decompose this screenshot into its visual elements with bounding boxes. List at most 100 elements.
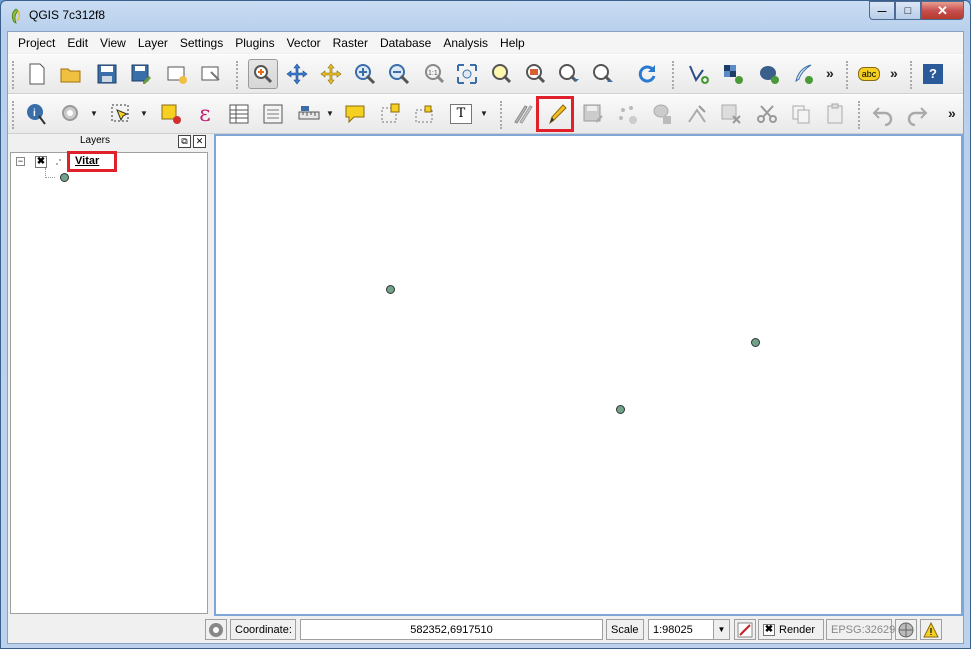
paste-features-icon[interactable]: [820, 99, 850, 129]
toolbar-grip[interactable]: [236, 61, 240, 89]
copy-features-icon[interactable]: [786, 99, 816, 129]
render-checkbox[interactable]: ✖: [763, 623, 775, 636]
float-panel-icon[interactable]: ⧉: [178, 135, 191, 148]
toolbar-overflow-icon[interactable]: »: [948, 105, 956, 121]
node-tool-icon[interactable]: [682, 99, 712, 129]
menu-view[interactable]: View: [94, 36, 132, 50]
map-point-feature[interactable]: [616, 405, 625, 414]
new-project-icon[interactable]: [22, 59, 52, 89]
label-tool-icon[interactable]: abc: [854, 59, 884, 89]
crs-projection-icon[interactable]: [895, 619, 917, 640]
toolbar-grip[interactable]: [858, 101, 862, 129]
scale-dropdown-icon[interactable]: ▼: [713, 620, 729, 639]
globe-icon: [898, 622, 914, 637]
map-point-feature[interactable]: [386, 285, 395, 294]
toolbar-overflow-icon[interactable]: »: [890, 65, 898, 81]
toolbar-grip[interactable]: [500, 101, 504, 129]
move-feature-icon[interactable]: [648, 99, 678, 129]
zoom-in-icon[interactable]: [316, 59, 346, 89]
toolbar-grip[interactable]: [12, 101, 16, 129]
scale-value: 1:98025: [653, 623, 693, 636]
identify-features-icon[interactable]: i: [22, 99, 52, 129]
render-toggle[interactable]: ✖ Render: [758, 619, 824, 640]
zoom-last-icon[interactable]: [520, 59, 550, 89]
zoom-to-layer-icon[interactable]: [486, 59, 516, 89]
undo-icon[interactable]: [868, 99, 898, 129]
save-as-icon[interactable]: [126, 59, 156, 89]
toolbar-grip[interactable]: [672, 61, 676, 89]
dropdown-arrow-icon[interactable]: ▼: [90, 109, 98, 118]
save-project-icon[interactable]: [92, 59, 122, 89]
pan-map-icon[interactable]: [248, 59, 278, 89]
map-tips-icon[interactable]: [340, 99, 370, 129]
minimize-icon: —: [877, 5, 887, 16]
toolbar-overflow-icon[interactable]: »: [826, 65, 834, 81]
select-features-icon[interactable]: [106, 99, 136, 129]
open-project-icon[interactable]: [56, 59, 86, 89]
zoom-full-icon[interactable]: 1:1: [418, 59, 448, 89]
title-bar[interactable]: QGIS 7c312f8 — □ ✕: [1, 1, 970, 31]
menu-vector[interactable]: Vector: [281, 36, 327, 50]
warning-icon[interactable]: [920, 619, 942, 640]
menu-settings[interactable]: Settings: [174, 36, 229, 50]
cut-features-icon[interactable]: [752, 99, 782, 129]
dropdown-arrow-icon[interactable]: ▼: [140, 109, 148, 118]
pan-to-selection-icon[interactable]: [282, 59, 312, 89]
dropdown-arrow-icon[interactable]: ▼: [480, 109, 488, 118]
new-print-composer-icon[interactable]: [162, 59, 192, 89]
coordinate-field[interactable]: 582352,6917510: [300, 619, 603, 640]
help-icon[interactable]: ?: [918, 59, 948, 89]
current-edits-icon[interactable]: [508, 99, 538, 129]
collapse-icon[interactable]: −: [16, 157, 25, 166]
close-button[interactable]: ✕: [921, 1, 964, 20]
measure-icon[interactable]: [294, 99, 324, 129]
refresh-icon[interactable]: [632, 59, 662, 89]
map-point-feature[interactable]: [751, 338, 760, 347]
redo-icon[interactable]: [902, 99, 932, 129]
messages-toggle-icon[interactable]: [205, 619, 227, 640]
maximize-button[interactable]: □: [895, 1, 921, 20]
zoom-to-selection-icon[interactable]: [452, 59, 482, 89]
new-bookmark-icon[interactable]: [376, 99, 406, 129]
zoom-next-icon-2[interactable]: [588, 59, 618, 89]
composer-manager-icon[interactable]: [196, 59, 226, 89]
stop-render-icon[interactable]: [734, 619, 756, 640]
minimize-button[interactable]: —: [869, 1, 895, 20]
menu-help[interactable]: Help: [494, 36, 531, 50]
dropdown-arrow-icon[interactable]: ▼: [326, 109, 334, 118]
toolbar-grip[interactable]: [910, 61, 914, 89]
menu-plugins[interactable]: Plugins: [229, 36, 280, 50]
add-postgis-layer-icon[interactable]: [754, 59, 784, 89]
deselect-all-icon[interactable]: [156, 99, 186, 129]
crs-status[interactable]: EPSG:32629: [826, 619, 895, 640]
delete-selected-icon[interactable]: [716, 99, 746, 129]
field-calculator-icon[interactable]: [258, 99, 288, 129]
menu-edit[interactable]: Edit: [61, 36, 94, 50]
toolbar-grip[interactable]: [12, 61, 16, 89]
toolbar-grip[interactable]: [846, 61, 850, 89]
open-attribute-table-icon[interactable]: [224, 99, 254, 129]
layers-panel-header[interactable]: Layers ⧉ ✕: [8, 134, 208, 150]
add-feature-icon[interactable]: [612, 99, 642, 129]
map-canvas[interactable]: [214, 134, 963, 616]
text-annotation-icon[interactable]: T: [446, 99, 476, 129]
zoom-out-icon[interactable]: [350, 59, 380, 89]
menu-database[interactable]: Database: [374, 36, 437, 50]
panel-splitter[interactable]: [209, 134, 213, 614]
layer-visibility-checkbox[interactable]: ✖: [35, 156, 47, 168]
run-feature-action-icon[interactable]: [56, 99, 86, 129]
menu-raster[interactable]: Raster: [327, 36, 374, 50]
scale-combo[interactable]: 1:98025 ▼: [648, 619, 730, 640]
menu-layer[interactable]: Layer: [132, 36, 174, 50]
menu-analysis[interactable]: Analysis: [437, 36, 494, 50]
add-vector-layer-icon[interactable]: [684, 59, 714, 89]
zoom-actual-size-icon[interactable]: [384, 59, 414, 89]
menu-project[interactable]: Project: [12, 36, 61, 50]
zoom-next-icon[interactable]: [554, 59, 584, 89]
close-panel-icon[interactable]: ✕: [193, 135, 206, 148]
show-bookmarks-icon[interactable]: [410, 99, 440, 129]
add-raster-layer-icon[interactable]: [718, 59, 748, 89]
save-layer-edits-icon[interactable]: [578, 99, 608, 129]
new-shapefile-layer-icon[interactable]: [788, 59, 818, 89]
select-by-expression-icon[interactable]: ε: [190, 99, 220, 129]
